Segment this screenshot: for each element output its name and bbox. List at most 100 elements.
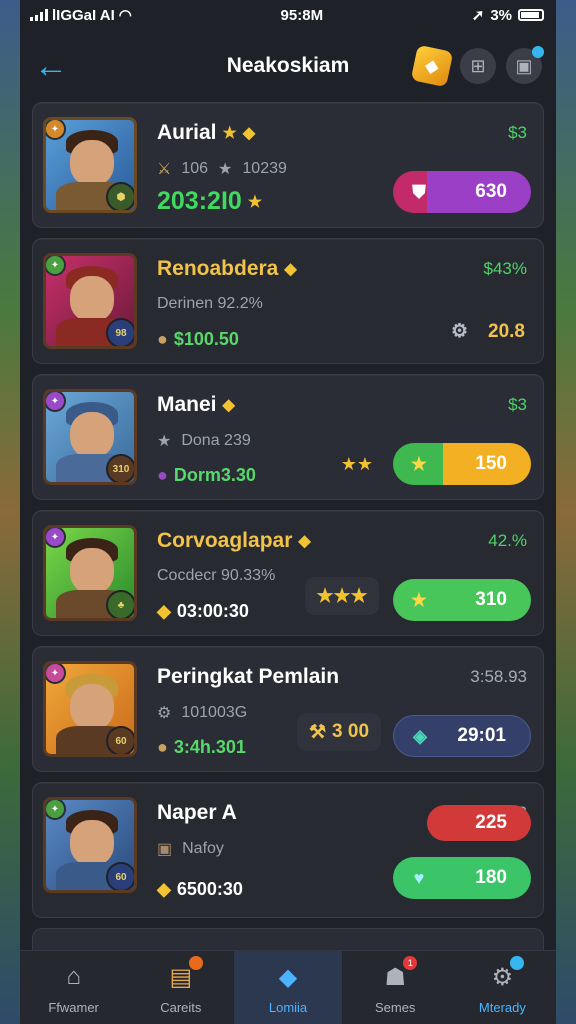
- wifi-icon: ◠: [118, 7, 132, 24]
- player-card[interactable]: ✦ 60 Peringkat Pemlain ⚙ 101003G ● 3:4h.30…: [32, 646, 544, 772]
- top-value: $43%: [483, 259, 527, 278]
- avatar: ✦ 98: [43, 253, 137, 349]
- back-arrow-icon[interactable]: ←: [34, 49, 68, 83]
- top-value: 42.%: [488, 531, 527, 550]
- action-button[interactable]: ♥ 180: [393, 857, 531, 899]
- background-art-left: [0, 0, 22, 1024]
- action-button[interactable]: ◈ 29:01: [393, 715, 531, 757]
- heart-gem-icon: ♥: [413, 867, 425, 888]
- tab-cards[interactable]: ▤ Careits: [127, 951, 234, 1024]
- action-button[interactable]: ★ 310: [393, 579, 531, 621]
- player-name: Peringkat Pemlain: [157, 665, 340, 688]
- coin-bag-icon: ●: [157, 737, 168, 757]
- star-icon: ★: [410, 453, 428, 474]
- player-sub: ▣ Nafoy: [157, 840, 224, 858]
- stat-right: ⚙ 20.8: [450, 320, 525, 343]
- cards-icon: ▤: [161, 956, 203, 994]
- app-window: lIGGaI AI ◠ 95:8M ➚ 3% ← Neakoskiam ◆ ⊞ …: [20, 0, 556, 1024]
- controller-icon[interactable]: ⊞: [460, 48, 496, 84]
- battery-label: 3%: [490, 6, 512, 24]
- profile-icon: ☗ 1: [375, 956, 418, 994]
- gear-icon: ⚙: [157, 705, 172, 722]
- box-icon: ▣: [157, 841, 173, 858]
- player-sub: Derinen 92.2%: [157, 295, 263, 312]
- player-card[interactable]: ✦ 60 Naper A ▣Nafoy ◆6500:30 *3 225 ♥ 18…: [32, 782, 544, 918]
- avatar: ✦ 60: [43, 661, 137, 757]
- tab-leaderboard[interactable]: ◆ Lomiia: [234, 951, 342, 1024]
- player-card[interactable]: ✦ 98 Renoabdera ◆ Derinen 92.2% ● $100.50 …: [32, 238, 544, 364]
- gem-icon: ◆: [242, 125, 256, 142]
- level-badge-icon: 60: [106, 862, 134, 890]
- top-value: $3: [508, 123, 527, 142]
- player-list: ✦ ⬢ Aurial ★ ◆ ⚔ 106 ★ 10239 203:2I0 ★ $3 ⛊…: [20, 102, 556, 958]
- level-badge-icon: 310: [106, 454, 134, 482]
- player-score: ◆ 6500:30: [157, 879, 243, 899]
- level-badge-icon: ♣: [106, 590, 134, 618]
- status-right: ➚ 3%: [472, 6, 544, 24]
- gears-icon: ⚙: [450, 321, 469, 342]
- gem-icon: ◆: [222, 397, 235, 414]
- gem-icon: ◆: [284, 261, 297, 278]
- battery-icon: [518, 9, 544, 21]
- player-sub: ★ Dona 239: [157, 432, 251, 450]
- leaderboard-icon: ◆: [278, 963, 298, 991]
- hammer-icon: ⚒: [308, 721, 327, 743]
- star-icon: ★: [410, 589, 428, 610]
- player-score: 203:2I0 ★: [157, 187, 263, 215]
- status-bar: lIGGaI AI ◠ 95:8M ➚ 3%: [20, 0, 556, 30]
- emerald-icon: ◈: [413, 725, 427, 746]
- orb-icon: ●: [157, 465, 168, 485]
- rank-badge-icon: ✦: [46, 256, 66, 276]
- player-name: Renoabdera ◆: [157, 257, 297, 280]
- hammer-stat: ⚒ 3 00: [297, 713, 381, 751]
- settings-icon: ⚙: [482, 956, 525, 994]
- rank-badge-icon: ✦: [46, 392, 66, 412]
- home-icon: ⌂: [66, 963, 81, 990]
- gem-icon: ◆: [298, 533, 311, 550]
- tab-home[interactable]: ⌂ Ffwamer: [20, 951, 127, 1024]
- player-score: ● 3:4h.301: [157, 737, 246, 757]
- rating-stars: ★★★: [305, 577, 379, 615]
- level-badge-icon: 98: [106, 318, 134, 346]
- header-actions: ◆ ⊞ ▣: [410, 44, 544, 88]
- avatar: ✦ ♣: [43, 525, 137, 621]
- player-card[interactable]: ✦ 310 Manei ◆ ★ Dona 239 ● Dorm3.30 $3 ★★ ★…: [32, 374, 544, 500]
- header: ← Neakoskiam ◆ ⊞ ▣: [20, 30, 556, 102]
- location-icon: ➚: [471, 7, 485, 24]
- star-icon: ★: [247, 193, 263, 211]
- save-icon[interactable]: ▣: [506, 46, 544, 84]
- gold-gem-icon[interactable]: ◆: [410, 44, 454, 88]
- coin-bag-icon: ●: [157, 329, 168, 349]
- star-icon: ★: [222, 125, 237, 142]
- gem-icon: ◆: [157, 601, 171, 621]
- player-score: ● Dorm3.30: [157, 465, 256, 485]
- player-sub: Cocdecr 90.33%: [157, 567, 276, 584]
- player-name: Aurial ★ ◆: [157, 121, 256, 144]
- bottom-tab-bar: ⌂ Ffwamer ▤ Careits ◆ Lomiia ☗ 1 Semes ⚙ …: [20, 950, 556, 1024]
- top-value: $3: [508, 395, 527, 414]
- player-stats: ⚔ 106 ★ 10239: [157, 160, 287, 178]
- rank-badge-icon: ✦: [46, 800, 66, 820]
- player-card[interactable]: ✦ ♣ Corvoaglapar ◆ Cocdecr 90.33% ◆ 03:00:…: [32, 510, 544, 636]
- secondary-button[interactable]: 225: [427, 805, 531, 841]
- level-badge-icon: 60: [106, 726, 134, 754]
- action-button[interactable]: ★ 150: [393, 443, 531, 485]
- player-card[interactable]: ✦ ⬢ Aurial ★ ◆ ⚔ 106 ★ 10239 203:2I0 ★ $3 ⛊…: [32, 102, 544, 228]
- player-sub: ⚙ 101003G: [157, 704, 248, 722]
- rank-badge-icon: ✦: [46, 528, 66, 548]
- status-left: lIGGaI AI ◠: [30, 6, 132, 24]
- carrier-label: lIGGaI AI: [52, 6, 115, 24]
- avatar: ✦ ⬢: [43, 117, 137, 213]
- tab-settings[interactable]: ⚙ Mterady: [449, 951, 556, 1024]
- player-name: Manei ◆: [157, 393, 235, 416]
- signal-icon: [30, 9, 48, 21]
- rank-badge-icon: ✦: [46, 120, 66, 140]
- sword-icon: ⚔: [157, 161, 172, 178]
- rating-stars: ★★: [340, 454, 373, 474]
- level-badge-icon: ⬢: [106, 182, 134, 210]
- tab-profile[interactable]: ☗ 1 Semes: [342, 951, 449, 1024]
- avatar: ✦ 310: [43, 389, 137, 485]
- rank-badge-icon: ✦: [46, 664, 66, 684]
- top-value: 3:58.93: [470, 667, 527, 686]
- action-button[interactable]: ⛊ 630: [393, 171, 531, 213]
